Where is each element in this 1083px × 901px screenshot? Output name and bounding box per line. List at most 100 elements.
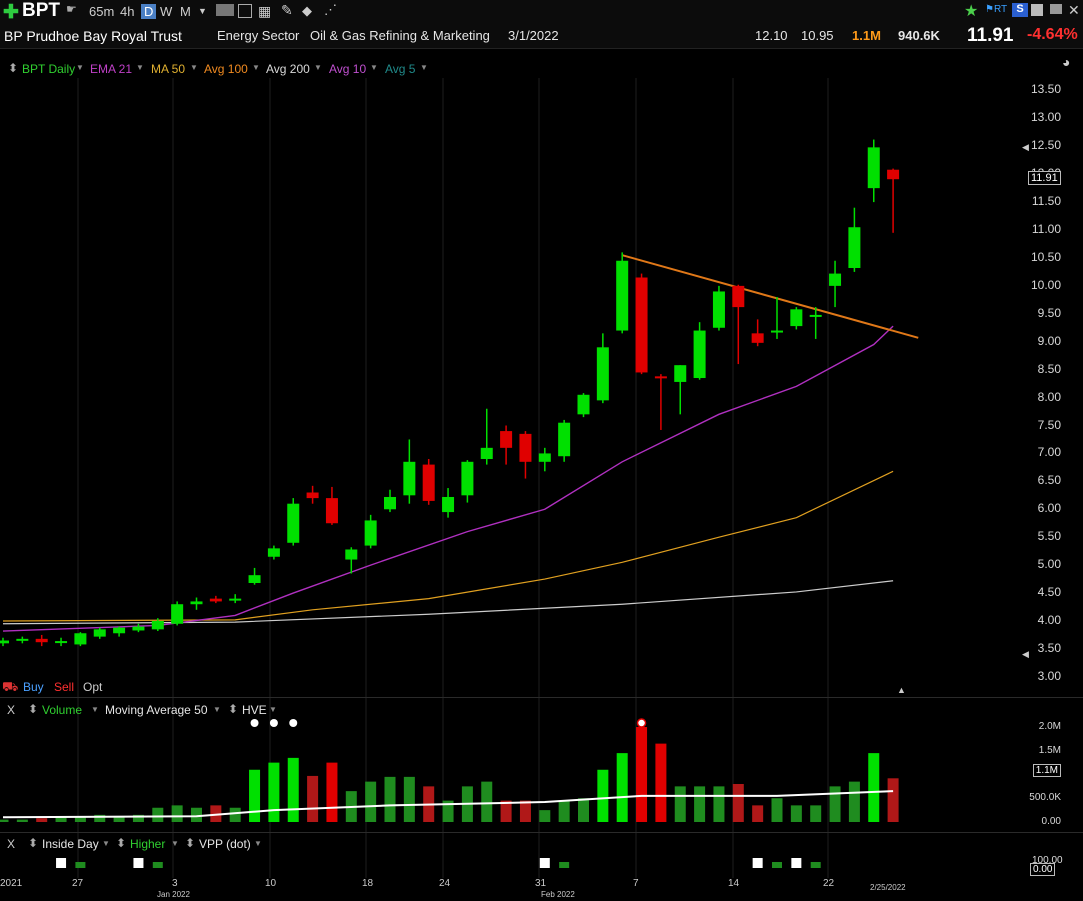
volume-ma-label[interactable]: Moving Average 50 bbox=[105, 703, 208, 717]
date-label: 27 bbox=[72, 878, 84, 889]
volume-tick-label: 0.00 bbox=[1041, 816, 1061, 827]
interval-weekly[interactable]: W bbox=[160, 4, 172, 19]
sort-icon[interactable]: ⬍ bbox=[228, 702, 238, 716]
volume-bar bbox=[887, 778, 899, 822]
company-name: BP Prudhoe Bay Royal Trust bbox=[4, 28, 182, 44]
price-tick-label: 10.00 bbox=[1030, 277, 1061, 292]
indicator-legend: X ⬍ Inside Day ▼ ⬍ Higher ▼ ⬍ VPP (dot) … bbox=[0, 836, 300, 852]
interval-dropdown-icon[interactable]: ▼ bbox=[198, 6, 207, 16]
chevron-down-icon[interactable]: ▼ bbox=[171, 839, 179, 848]
hve-marker bbox=[250, 719, 259, 727]
price-tick-label: 11.50 bbox=[1031, 194, 1061, 209]
volume-bar bbox=[713, 786, 725, 822]
date-label: 14 bbox=[728, 878, 740, 889]
candle-body bbox=[538, 453, 551, 462]
scroll-up-icon[interactable]: ▲ bbox=[897, 685, 906, 695]
candle-body bbox=[712, 291, 725, 328]
interval-4h[interactable]: 4h bbox=[120, 4, 134, 19]
price-tick-label: 7.50 bbox=[1037, 417, 1061, 432]
volume-bar bbox=[868, 753, 880, 822]
volume-bar bbox=[16, 819, 28, 822]
sell-button[interactable]: Sell bbox=[54, 680, 74, 694]
candle-body bbox=[384, 496, 396, 510]
symbol-info-bar: BP Prudhoe Bay Royal Trust Energy Sector… bbox=[0, 23, 1083, 49]
panel-divider[interactable] bbox=[0, 697, 1083, 698]
candle-body bbox=[577, 394, 590, 415]
add-symbol-icon[interactable]: ✚ bbox=[3, 1, 19, 24]
chevron-down-icon[interactable]: ▼ bbox=[213, 705, 221, 714]
interval-daily[interactable]: D bbox=[141, 4, 157, 19]
hve-marker bbox=[269, 719, 278, 727]
price-tick-label: 13.50 bbox=[1030, 82, 1061, 97]
options-button[interactable]: Opt bbox=[83, 680, 102, 694]
sort-icon[interactable]: ⬍ bbox=[28, 702, 38, 716]
inside-day-label[interactable]: Inside Day bbox=[42, 837, 99, 851]
buy-button[interactable]: Buy bbox=[23, 680, 44, 694]
sort-icon[interactable]: ⬍ bbox=[185, 836, 195, 850]
sort-icon[interactable]: ⬍ bbox=[116, 836, 126, 850]
volume-bar bbox=[597, 769, 609, 822]
close-volume-panel-icon[interactable]: X bbox=[7, 703, 15, 717]
volume-bar bbox=[326, 762, 338, 822]
chevron-down-icon[interactable]: ▼ bbox=[254, 839, 262, 848]
chevron-down-icon[interactable]: ▼ bbox=[91, 705, 99, 714]
candle-body bbox=[771, 330, 783, 333]
inside-day-marker bbox=[752, 858, 763, 868]
volume-bar bbox=[771, 798, 783, 822]
chevron-down-icon[interactable]: ▼ bbox=[102, 839, 110, 848]
volume-bar bbox=[229, 807, 241, 822]
share-icon[interactable]: ⋰ bbox=[324, 2, 337, 18]
vpp-label[interactable]: VPP (dot) bbox=[199, 837, 251, 851]
chevron-down-icon[interactable]: ▼ bbox=[269, 705, 277, 714]
date-label: 2/25/2022 bbox=[870, 883, 906, 892]
volume-tick-label: 500.0K bbox=[1029, 792, 1061, 804]
close-indicator-panel-icon[interactable]: X bbox=[7, 837, 15, 851]
hve-label[interactable]: HVE bbox=[242, 703, 267, 717]
date-label: Feb 2022 bbox=[541, 890, 575, 899]
volume-bar bbox=[539, 810, 551, 822]
candle-body bbox=[442, 496, 455, 513]
chart-type-icon[interactable] bbox=[216, 4, 234, 16]
candle-body bbox=[93, 629, 106, 637]
favorite-star-icon[interactable]: ★ bbox=[964, 1, 978, 21]
candle-body bbox=[596, 347, 609, 401]
higher-label[interactable]: Higher bbox=[130, 837, 165, 851]
toolbar: ✚ BPT ☛ 65m 4h D W M ▼ ▦ ✎ ◆ ⋰ ★ ⚑RT S ✕ bbox=[0, 0, 1083, 23]
candle-body bbox=[887, 169, 900, 180]
price-tick-label: 6.50 bbox=[1037, 473, 1061, 488]
price-tick-label: 12.50 bbox=[1030, 138, 1061, 153]
symbol-input[interactable]: BPT bbox=[22, 0, 60, 22]
eraser-icon[interactable]: ◆ bbox=[302, 3, 312, 19]
price-tick-label: 3.50 bbox=[1037, 640, 1061, 655]
interval-65m[interactable]: 65m bbox=[89, 4, 114, 19]
volume-bar bbox=[365, 781, 377, 822]
higher-marker bbox=[810, 862, 821, 868]
candle-body bbox=[867, 147, 880, 189]
price-tick-label: 3.00 bbox=[1037, 668, 1061, 683]
industry-label: Oil & Gas Refining & Marketing bbox=[310, 28, 490, 43]
volume-bar bbox=[636, 727, 648, 822]
draw-pencil-icon[interactable]: ✎ bbox=[281, 2, 293, 19]
trade-icon[interactable]: ⛟ bbox=[2, 679, 18, 697]
volume-tick-label: 1.1M bbox=[1032, 763, 1061, 777]
candle-body bbox=[0, 640, 9, 644]
price-tick-label: 9.50 bbox=[1037, 305, 1061, 320]
volume-bar bbox=[307, 775, 319, 822]
sort-icon[interactable]: ⬍ bbox=[28, 836, 38, 850]
price-tick-label: 4.00 bbox=[1037, 612, 1061, 627]
layout-icon[interactable] bbox=[238, 4, 252, 18]
volume-bar bbox=[481, 781, 493, 822]
volume-label[interactable]: Volume bbox=[42, 703, 82, 717]
candle-body bbox=[113, 627, 126, 634]
volume-bar bbox=[558, 800, 570, 822]
volume-bar bbox=[152, 807, 164, 822]
higher-marker bbox=[772, 862, 782, 868]
chart-canvas[interactable] bbox=[0, 48, 1083, 901]
grid-icon[interactable]: ▦ bbox=[258, 3, 271, 20]
hand-icon[interactable]: ☛ bbox=[66, 2, 77, 16]
panel-divider[interactable] bbox=[0, 832, 1083, 833]
interval-monthly[interactable]: M bbox=[180, 4, 191, 19]
volume-bar bbox=[36, 818, 48, 822]
price-tick-label: 10.50 bbox=[1030, 249, 1061, 264]
candle-body bbox=[558, 422, 571, 457]
